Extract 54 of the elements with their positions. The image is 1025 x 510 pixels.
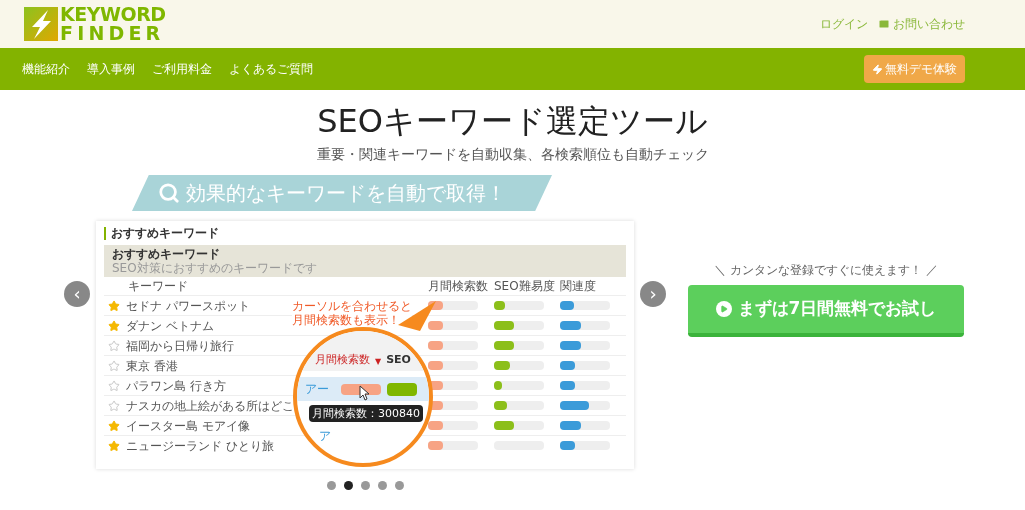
play-icon: [715, 301, 732, 317]
cta-caption: ＼ カンタンな登録ですぐに使えます！ ／: [714, 262, 938, 279]
column-header: キーワード: [128, 279, 188, 293]
card-subtitle: SEO対策におすすめのキーワードです: [112, 261, 318, 275]
keyword-text: パラワン島 行き方: [126, 377, 226, 395]
carousel-next-button[interactable]: ›: [640, 281, 666, 307]
star-icon[interactable]: [108, 439, 120, 452]
star-icon[interactable]: [108, 419, 120, 432]
demo-button[interactable]: 無料デモ体験: [864, 55, 965, 83]
column-header: 月間検索数: [428, 279, 488, 293]
star-icon[interactable]: [108, 319, 120, 332]
star-icon[interactable]: [108, 399, 120, 412]
magnified-keyword: アー: [305, 381, 329, 398]
section-title: おすすめキーワード: [111, 225, 219, 242]
login-link[interactable]: ログイン: [820, 15, 868, 33]
column-header: 関連度: [560, 279, 596, 293]
star-icon[interactable]: [108, 359, 120, 372]
star-icon[interactable]: [108, 379, 120, 392]
magnified-seo-bar: [387, 382, 417, 396]
tooltip: 月間検索数：300840: [309, 405, 423, 422]
lightning-icon: [872, 63, 883, 75]
magnified-header: SEO: [386, 351, 411, 368]
star-icon[interactable]: [108, 339, 120, 352]
carousel-prev-button[interactable]: ‹: [64, 281, 90, 307]
contact-link[interactable]: お問い合わせ: [878, 15, 965, 33]
nav-link[interactable]: ご利用料金: [152, 60, 212, 78]
nav-link[interactable]: 導入事例: [87, 60, 135, 78]
banner-text: 効果的なキーワードを自動で取得！: [186, 180, 506, 207]
column-header: SEO難易度: [494, 279, 555, 293]
callout-text: カーソルを合わせると 月間検索数も表示！: [292, 299, 412, 327]
star-icon[interactable]: [108, 299, 120, 312]
logo-text: FINDER: [60, 24, 166, 43]
sort-mark: ▼: [375, 356, 382, 368]
keyword-text: セドナ パワースポット: [126, 297, 250, 315]
magnified-header: 月間検索数: [315, 351, 370, 368]
section-marker: [104, 226, 106, 240]
trial-button[interactable]: まずは7日間無料でお試し: [688, 285, 964, 337]
logo-text: KEYWORD: [60, 5, 166, 24]
keyword-text: イースター島 モアイ像: [126, 417, 250, 435]
keyword-text: 東京 香港: [126, 357, 178, 375]
nav-link[interactable]: 機能紹介: [22, 60, 70, 78]
keyword-text: ダナン ベトナム: [126, 317, 214, 335]
cursor-icon: [359, 385, 371, 401]
keyword-text: ニュージーランド ひとり旅: [126, 437, 274, 455]
search-icon: [158, 182, 180, 204]
keyword-text: 福岡から日帰り旅行: [126, 337, 234, 355]
nav-link[interactable]: よくあるご質問: [229, 60, 313, 78]
card-title: おすすめキーワード: [112, 247, 221, 261]
hero-subtitle: 重要・関連キーワードを自動収集、各検索順位も自動チェック: [316, 145, 709, 164]
magnified-keyword: ア: [319, 428, 331, 445]
hero-title: SEOキーワード選定ツール: [317, 102, 708, 140]
mail-icon: [878, 18, 890, 30]
keyword-text: ナスカの地上絵がある所はどこ: [126, 397, 294, 415]
lightning-logo-icon: [24, 7, 58, 41]
